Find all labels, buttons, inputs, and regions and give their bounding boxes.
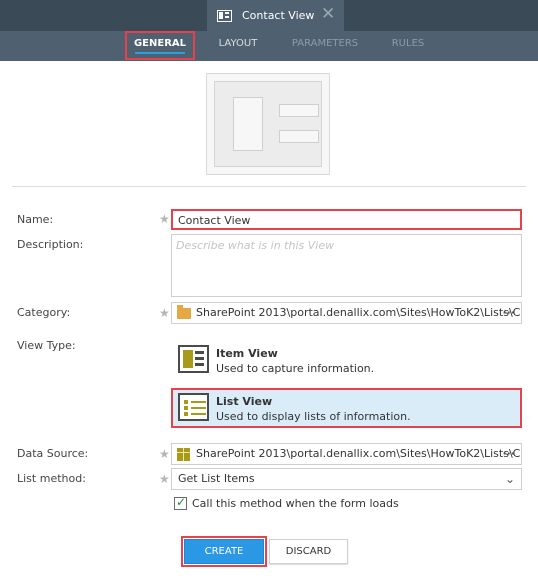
category-picker[interactable]: SharePoint 2013\portal.denallix.com\Site…	[171, 302, 522, 324]
call-on-load-checkbox[interactable]: ✓	[174, 495, 187, 510]
preview-block	[233, 97, 263, 151]
list-view-icon-row	[184, 412, 206, 416]
close-icon[interactable]: ✕	[321, 4, 335, 24]
list-view-description: Used to display lists of information.	[216, 410, 411, 423]
tab-parameters[interactable]: PARAMETERS	[283, 31, 367, 61]
data-source-picker[interactable]: SharePoint 2013\portal.denallix.com\Site…	[171, 443, 522, 465]
item-view-icon-line	[195, 357, 204, 360]
list-view-option[interactable]: List View Used to display lists of infor…	[171, 388, 522, 428]
create-button[interactable]: CREATE	[184, 539, 264, 564]
preview-canvas	[214, 81, 322, 167]
list-method-label: List method:	[17, 472, 86, 485]
item-view-icon-line	[195, 351, 204, 354]
data-source-browse-button[interactable]: ···	[502, 444, 515, 464]
tab-general-label: GENERAL	[133, 38, 187, 49]
document-tab-title: Contact View	[242, 9, 315, 22]
preview-bar	[279, 104, 319, 117]
item-view-icon-line	[195, 363, 204, 366]
view-tab-icon	[217, 10, 232, 22]
item-view-title: Item View	[216, 347, 278, 360]
section-divider	[12, 186, 526, 187]
smartobject-icon	[177, 448, 190, 461]
list-view-title: List View	[216, 395, 273, 408]
list-view-icon-row	[184, 406, 206, 410]
wizard-tab-strip: GENERAL LAYOUT PARAMETERS RULES	[0, 31, 538, 61]
list-method-select[interactable]: Get List Items ⌄	[171, 468, 522, 490]
description-field[interactable]: Describe what is in this View	[171, 234, 522, 297]
call-on-load-label: Call this method when the form loads	[192, 497, 399, 510]
required-icon: ★	[159, 212, 170, 226]
category-label: Category:	[17, 306, 71, 319]
item-view-icon-block	[183, 350, 193, 368]
list-view-icon-row	[184, 400, 206, 404]
description-label: Description:	[17, 238, 84, 251]
tab-rules[interactable]: RULES	[383, 31, 433, 61]
name-field[interactable]: Contact View	[171, 209, 522, 230]
data-source-label: Data Source:	[17, 447, 89, 460]
document-tab[interactable]: Contact View ✕	[207, 0, 344, 31]
checkmark-icon: ✓	[176, 495, 187, 509]
tab-active-underline	[135, 52, 185, 54]
folder-icon	[177, 305, 191, 319]
required-icon: ★	[159, 306, 170, 320]
category-value: SharePoint 2013\portal.denallix.com\Site…	[196, 306, 521, 319]
tab-layout[interactable]: LAYOUT	[210, 31, 266, 61]
name-label: Name:	[17, 213, 54, 226]
chevron-down-icon: ⌄	[504, 472, 515, 486]
tab-general[interactable]: GENERAL	[125, 31, 195, 61]
required-icon: ★	[159, 472, 170, 486]
list-method-value: Get List Items	[178, 472, 255, 485]
required-icon: ★	[159, 447, 170, 461]
view-preview	[206, 73, 330, 175]
discard-button[interactable]: DISCARD	[269, 539, 348, 564]
item-view-description: Used to capture information.	[216, 362, 375, 375]
preview-bar	[279, 130, 319, 143]
item-view-option[interactable]: Item View Used to capture information.	[171, 340, 522, 380]
category-browse-button[interactable]: ···	[502, 303, 515, 323]
item-view-icon	[178, 345, 209, 373]
view-type-label: View Type:	[17, 339, 76, 352]
data-source-value: SharePoint 2013\portal.denallix.com\Site…	[196, 447, 521, 460]
list-view-icon	[178, 393, 209, 421]
